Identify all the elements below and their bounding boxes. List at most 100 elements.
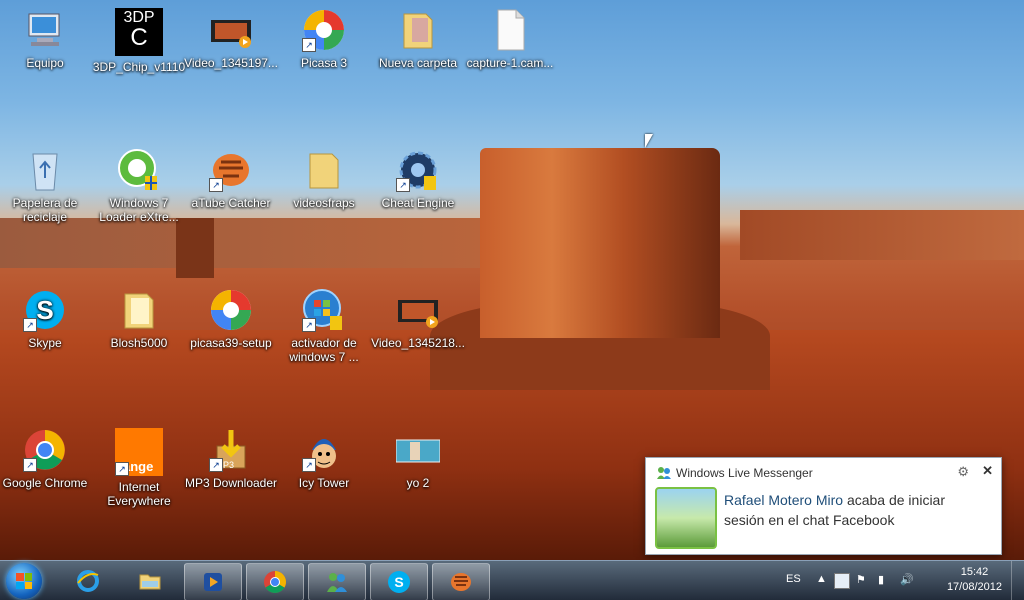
wallpaper-far-mesa-left: [0, 218, 480, 268]
desktop-icon-label: Picasa 3: [300, 56, 348, 70]
wallpaper-main-mesa: [480, 148, 720, 338]
desktop-icon-label: picasa39-setup: [190, 336, 272, 350]
clock-date: 17/08/2012: [946, 581, 1002, 593]
desktop-icon-icy-tower[interactable]: ↗ Icy Tower: [277, 428, 371, 490]
desktop-icon-windows7-loader[interactable]: Windows 7 Loader eXtre...: [92, 148, 186, 224]
shortcut-arrow-icon: ↗: [209, 178, 223, 192]
gear-icon[interactable]: ⚙: [957, 464, 969, 480]
chrome-icon: [264, 571, 286, 593]
mp3-logo-text: P3: [223, 460, 235, 470]
messenger-icon: [327, 573, 347, 592]
shortcut-arrow-icon: ↗: [302, 458, 316, 472]
notification-sender[interactable]: Rafael Motero Miro: [724, 492, 843, 508]
desktop-icon-label: Windows 7 Loader eXtre...: [99, 196, 179, 224]
desktop-icon-videosfraps[interactable]: videosfraps: [277, 148, 371, 210]
internet-explorer-icon: [77, 570, 99, 592]
desktop-icon-label: Cheat Engine: [381, 196, 455, 210]
desktop-icon-label: aTube Catcher: [191, 196, 271, 210]
wallpaper-far-mesa-right: [740, 210, 1024, 260]
video-file-icon: [209, 8, 253, 52]
desktop-icon-yo-2[interactable]: yo 2: [371, 428, 465, 490]
3dp-chip-icon: 3DP C: [115, 8, 163, 56]
desktop-icon-label: Nueva carpeta: [378, 56, 458, 70]
desktop-icon-equipo[interactable]: Equipo: [0, 8, 92, 70]
folder-icon: [139, 574, 161, 590]
desktop-icon-cheat-engine[interactable]: ↗ Cheat Engine: [371, 148, 465, 210]
avatar[interactable]: [655, 487, 717, 549]
network-icon[interactable]: ▮: [878, 573, 892, 587]
desktop-icon-video-1[interactable]: Video_1345197...: [184, 8, 278, 70]
desktop-icon-label: capture-1.cam...: [466, 56, 554, 70]
desktop-icon-capture[interactable]: capture-1.cam...: [463, 8, 557, 70]
file-icon: [488, 8, 532, 52]
volume-icon[interactable]: 🔊: [900, 573, 914, 587]
language-indicator[interactable]: ES: [786, 573, 801, 585]
tray-app-icon[interactable]: [834, 573, 850, 589]
image-file-icon: [395, 428, 441, 472]
folder-icon: [396, 8, 440, 52]
cheat-engine-icon: ↗: [396, 148, 440, 192]
windows-loader-icon: [117, 148, 161, 192]
svg-text:S: S: [36, 295, 53, 325]
svg-text:S: S: [394, 574, 403, 590]
desktop-wallpaper: Equipo 3DP C 3DP_Chip_v1110 Video_1345197…: [0, 0, 1024, 560]
chevron-up-icon[interactable]: ▲: [816, 573, 827, 585]
shortcut-arrow-icon: ↗: [209, 458, 223, 472]
close-icon[interactable]: ✕: [982, 463, 993, 479]
desktop-icon-nueva-carpeta[interactable]: Nueva carpeta: [371, 8, 465, 70]
windows-logo-icon: [16, 573, 32, 589]
desktop-icon-3dp-chip[interactable]: 3DP C 3DP_Chip_v1110: [92, 8, 186, 74]
taskbar-explorer[interactable]: [122, 563, 178, 599]
orange-logo-icon: ange ↗: [115, 428, 163, 476]
atube-catcher-icon: [451, 573, 471, 591]
shortcut-arrow-icon: ↗: [23, 458, 37, 472]
wallpaper-rock-spire: [176, 218, 214, 278]
notification-message: Rafael Motero Miro acaba de iniciar sesi…: [724, 490, 984, 530]
recycle-bin-icon: [23, 148, 67, 192]
desktop-icon-picasa-setup[interactable]: picasa39-setup: [184, 288, 278, 350]
desktop-icon-label: videosfraps: [293, 196, 355, 210]
media-player-icon: [204, 573, 222, 591]
picasa-icon: ↗: [302, 8, 346, 52]
desktop-icon-video-2[interactable]: Video_1345218...: [371, 288, 465, 350]
taskbar-internet-explorer[interactable]: [60, 563, 116, 599]
desktop-icon-skype[interactable]: S ↗ Skype: [0, 288, 92, 350]
messenger-notification[interactable]: Windows Live Messenger ⚙ ✕ Rafael Motero…: [645, 457, 1002, 555]
chrome-icon: ↗: [23, 428, 67, 472]
taskbar-media-player[interactable]: [184, 563, 242, 600]
taskbar: S ES ▲ ⚑ ▮ 🔊 15:42 17/08/2012: [0, 560, 1024, 600]
action-center-icon[interactable]: ⚑: [856, 573, 870, 587]
desktop-icon-label: MP3 Downloader: [184, 476, 278, 490]
taskbar-messenger[interactable]: [308, 563, 366, 600]
desktop-icon-label: Icy Tower: [298, 476, 350, 490]
desktop-icon-atube-catcher[interactable]: ↗ aTube Catcher: [184, 148, 278, 210]
desktop-icon-mp3-downloader[interactable]: ↗ P3 MP3 Downloader: [184, 428, 278, 490]
taskbar-chrome[interactable]: [246, 563, 304, 600]
desktop-icon-google-chrome[interactable]: ↗ Google Chrome: [0, 428, 92, 490]
taskbar-skype[interactable]: S: [370, 563, 428, 600]
video-file-icon: [396, 288, 440, 332]
desktop-icon-blosh5000[interactable]: Blosh5000: [92, 288, 186, 350]
desktop-icon-internet-everywhere[interactable]: ange ↗ Internet Everywhere: [92, 428, 186, 508]
atube-catcher-icon: ↗: [209, 148, 253, 192]
clock[interactable]: 15:42 17/08/2012: [947, 565, 1002, 595]
notification-app-name: Windows Live Messenger: [676, 466, 813, 480]
skype-icon: S ↗: [23, 288, 67, 332]
desktop-icon-label: Papelera de reciclaje: [12, 196, 78, 224]
start-button[interactable]: [6, 563, 42, 599]
shortcut-arrow-icon: ↗: [302, 38, 316, 52]
taskbar-atube-catcher[interactable]: [432, 563, 490, 600]
mouse-cursor: [645, 134, 653, 148]
picasa-icon: [209, 288, 253, 332]
desktop-icon-label: Video_1345218...: [371, 336, 465, 350]
icy-tower-icon: ↗: [302, 428, 346, 472]
mp3-downloader-icon: ↗ P3: [209, 428, 253, 472]
show-desktop-button[interactable]: [1011, 561, 1024, 600]
desktop-icon-picasa[interactable]: ↗ Picasa 3: [277, 8, 371, 70]
desktop-icon-papelera[interactable]: Papelera de reciclaje: [0, 148, 92, 224]
system-tray: ES ▲ ⚑ ▮ 🔊 15:42 17/08/2012: [764, 561, 1024, 600]
shortcut-arrow-icon: ↗: [23, 318, 37, 332]
desktop-icon-label: Internet Everywhere: [107, 480, 171, 508]
desktop-icon-activador[interactable]: ↗ activador de windows 7 ...: [277, 288, 371, 364]
desktop-icon-label: Video_1345197...: [184, 56, 278, 70]
